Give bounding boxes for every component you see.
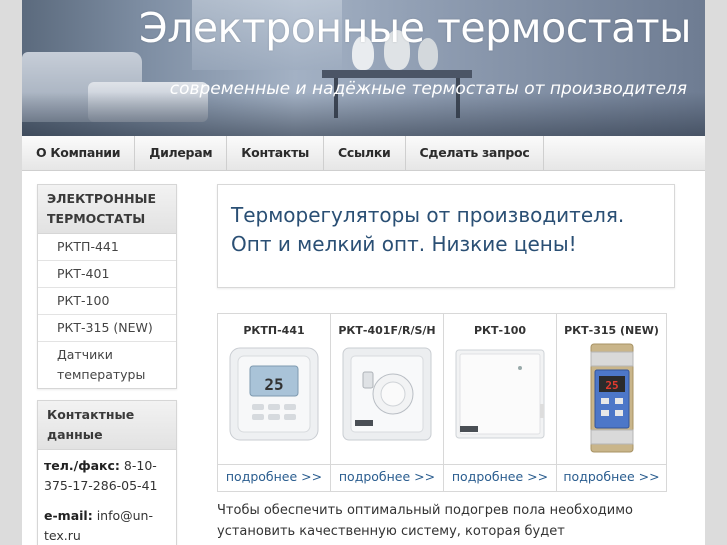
intro-heading: Терморегуляторы от производителя. Опт и … (231, 203, 625, 256)
product-image-rkt315[interactable]: 25 (557, 342, 666, 464)
body-text: Чтобы обеспечить оптимальный подогрев по… (217, 503, 633, 539)
nav-item-dealers[interactable]: Дилерам (135, 136, 228, 170)
nav-item-links[interactable]: Ссылки (324, 136, 406, 170)
product-name: РКТП-441 (243, 324, 305, 337)
product-more-link[interactable]: подробнее >> (557, 464, 666, 491)
product-more-link[interactable]: подробнее >> (218, 464, 330, 491)
product-image-rktp441[interactable]: 25 (218, 342, 330, 464)
sidebar-item-rkt315[interactable]: РКТ-315 (NEW) (38, 315, 176, 342)
nav-item-company[interactable]: О Компании (22, 136, 136, 170)
sidebar-contacts: Контактные данные тел./факс: 8-10-375-17… (37, 400, 177, 545)
contact-phone-label: тел./факс: (44, 458, 120, 473)
product-rkt401: РКТ-401F/R/S/H подробнее >> (331, 314, 444, 491)
product-rkt100: РКТ-100 подробнее >> (444, 314, 557, 491)
product-image-rkt100[interactable] (444, 342, 556, 464)
sidebar-item-rkt100[interactable]: РКТ-100 (38, 288, 176, 315)
intro-box: Терморегуляторы от производителя. Опт и … (217, 184, 675, 288)
contact-email-label: e-mail: (44, 508, 93, 523)
contacts-body: тел./факс: 8-10-375-17-286-05-41 e-mail:… (38, 450, 176, 545)
page: Электронные термостаты современные и над… (22, 0, 705, 545)
site-title: Электронные термостаты (138, 4, 692, 52)
product-more-link[interactable]: подробнее >> (444, 464, 556, 491)
header-banner: Электронные термостаты современные и над… (22, 0, 705, 136)
product-name: РКТ-401F/R/S/H (338, 324, 436, 337)
product-rkt315: РКТ-315 (NEW) 25 подробнее >> (557, 314, 666, 491)
banner-table-decor (322, 70, 472, 78)
sidebar-item-rkt401[interactable]: РКТ-401 (38, 261, 176, 288)
products-table: РКТП-441 25 подробнее >> РКТ-401F/R/S/H … (217, 313, 667, 492)
sidebar-item-rktp441[interactable]: РКТП-441 (38, 234, 176, 261)
contact-email: e-mail: info@un-tex.ru (44, 506, 170, 545)
product-name: РКТ-315 (NEW) (564, 324, 659, 337)
product-display-digits: 25 (605, 379, 618, 392)
sidebar-item-sensors[interactable]: Датчики температуры (38, 342, 176, 388)
nav-item-contacts[interactable]: Контакты (227, 136, 325, 170)
product-display-digits: 25 (264, 375, 283, 394)
site-subtitle: современные и надёжные термостаты от про… (169, 79, 687, 99)
product-more-link[interactable]: подробнее >> (331, 464, 443, 491)
product-name: РКТ-100 (473, 324, 527, 337)
contact-phone: тел./факс: 8-10-375-17-286-05-41 (44, 456, 170, 496)
product-rktp441: РКТП-441 25 подробнее >> (218, 314, 331, 491)
nav-item-request[interactable]: Сделать запрос (406, 136, 545, 170)
sidebar-catalog: ЭЛЕКТРОННЫЕ ТЕРМОСТАТЫ РКТП-441 РКТ-401 … (37, 184, 177, 389)
sidebar-catalog-title: ЭЛЕКТРОННЫЕ ТЕРМОСТАТЫ (38, 185, 176, 234)
product-image-rkt401[interactable] (331, 342, 443, 464)
main-nav: О Компании Дилерам Контакты Ссылки Сдела… (22, 136, 705, 171)
sidebar-contacts-title: Контактные данные (38, 401, 176, 450)
